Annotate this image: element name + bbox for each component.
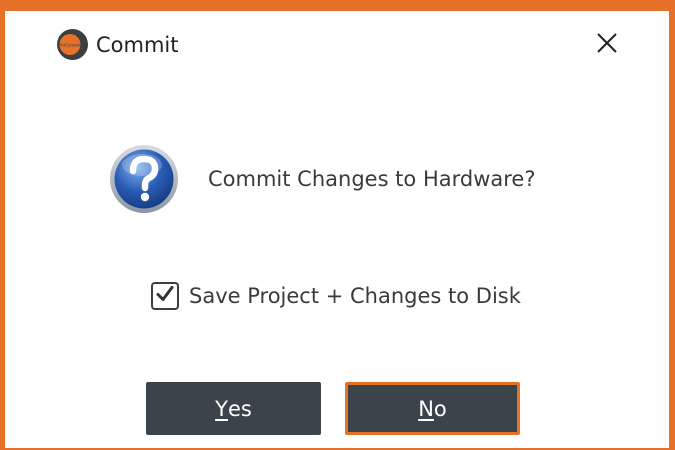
dialog-title: Commit <box>96 33 179 57</box>
close-icon <box>596 32 618 58</box>
app-logo-text: ProConsole <box>58 43 82 48</box>
save-project-checkbox[interactable] <box>151 282 179 310</box>
close-button[interactable] <box>590 28 624 62</box>
question-icon <box>109 144 179 214</box>
no-button[interactable]: No <box>345 382 520 435</box>
title-bar: ProConsole Commit <box>5 11 669 81</box>
app-logo-icon: ProConsole <box>57 29 88 60</box>
yes-button-label: es <box>227 396 252 421</box>
no-button-mnemonic: N <box>418 396 434 421</box>
checkmark-icon <box>155 284 175 308</box>
dialog-window: ProConsole Commit Commit Changes to Hard… <box>0 0 675 450</box>
save-project-option[interactable]: Save Project + Changes to Disk <box>151 279 521 313</box>
yes-button-mnemonic: Y <box>215 396 228 421</box>
yes-button[interactable]: Yes <box>146 382 321 435</box>
no-button-label: o <box>433 396 447 421</box>
dialog-message: Commit Changes to Hardware? <box>208 167 536 191</box>
save-project-label: Save Project + Changes to Disk <box>189 284 521 308</box>
